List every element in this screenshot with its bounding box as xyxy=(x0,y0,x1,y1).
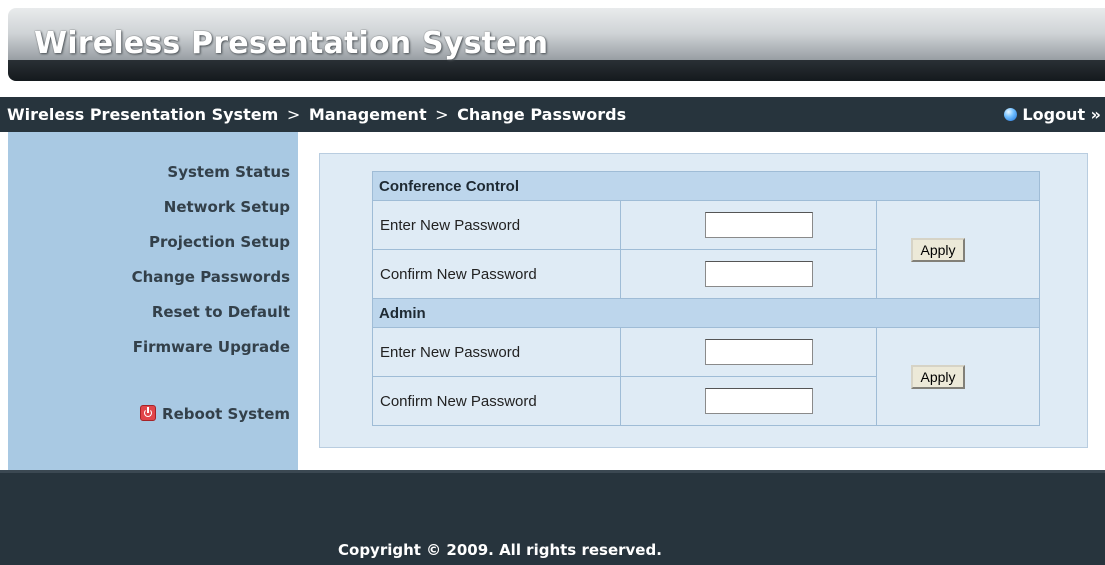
breadcrumb: Wireless Presentation System > Managemen… xyxy=(7,105,626,124)
form-row: Enter New Password Apply xyxy=(372,200,1040,299)
sidebar-item-network-setup[interactable]: Network Setup xyxy=(132,198,290,233)
admin-confirm-password-input[interactable] xyxy=(704,388,813,414)
input-cell xyxy=(620,376,877,426)
conference-apply-button[interactable]: Apply xyxy=(911,237,965,262)
password-form-table: Conference Control Enter New Password Ap… xyxy=(372,171,1040,426)
footer: Copyright © 2009. All rights reserved. xyxy=(0,470,1105,565)
sidebar-item-change-passwords[interactable]: Change Passwords xyxy=(132,268,290,303)
input-cell xyxy=(620,249,877,299)
sidebar-item-system-status[interactable]: System Status xyxy=(132,163,290,198)
section-title-admin: Admin xyxy=(372,298,1040,328)
field-label: Confirm New Password xyxy=(372,249,621,299)
breadcrumb-separator: > xyxy=(286,105,301,124)
content-panel: Conference Control Enter New Password Ap… xyxy=(319,153,1088,448)
reboot-label: Reboot System xyxy=(162,405,290,423)
conference-confirm-password-input[interactable] xyxy=(704,261,813,287)
action-cell: Apply xyxy=(876,200,1040,299)
breadcrumb-item-management[interactable]: Management xyxy=(309,105,427,124)
input-cell xyxy=(620,327,877,377)
banner-stripe xyxy=(8,60,1105,81)
breadcrumb-item-home[interactable]: Wireless Presentation System xyxy=(7,105,278,124)
field-label: Confirm New Password xyxy=(372,376,621,426)
breadcrumb-separator: > xyxy=(435,105,449,124)
input-cell xyxy=(620,200,877,250)
breadcrumb-item-current: Change Passwords xyxy=(457,105,627,124)
admin-new-password-input[interactable] xyxy=(704,339,813,365)
nav-bar: Wireless Presentation System > Managemen… xyxy=(0,97,1105,132)
sidebar-item-reset-to-default[interactable]: Reset to Default xyxy=(132,303,290,338)
sidebar: System Status Network Setup Projection S… xyxy=(8,132,298,470)
section-header-row: Conference Control xyxy=(372,171,1040,201)
app-title: Wireless Presentation System xyxy=(34,26,549,61)
conference-new-password-input[interactable] xyxy=(704,212,813,238)
reboot-system-link[interactable]: Reboot System xyxy=(140,405,290,423)
admin-apply-button[interactable]: Apply xyxy=(911,364,965,389)
sidebar-item-projection-setup[interactable]: Projection Setup xyxy=(132,233,290,268)
form-row: Enter New Password Apply xyxy=(372,327,1040,426)
logout-label: Logout » xyxy=(1022,105,1101,124)
section-title-conference-control: Conference Control xyxy=(372,171,1040,201)
logout-icon xyxy=(1004,108,1018,121)
section-header-row: Admin xyxy=(372,298,1040,328)
field-label: Enter New Password xyxy=(372,200,621,250)
logout-link[interactable]: Logout » xyxy=(1004,105,1101,124)
banner: Wireless Presentation System xyxy=(8,8,1105,81)
field-label: Enter New Password xyxy=(372,327,621,377)
sidebar-item-firmware-upgrade[interactable]: Firmware Upgrade xyxy=(132,338,290,373)
copyright-text: Copyright © 2009. All rights reserved. xyxy=(338,541,662,559)
power-icon xyxy=(140,405,157,421)
sidebar-menu: System Status Network Setup Projection S… xyxy=(132,163,290,373)
action-cell: Apply xyxy=(876,327,1040,426)
